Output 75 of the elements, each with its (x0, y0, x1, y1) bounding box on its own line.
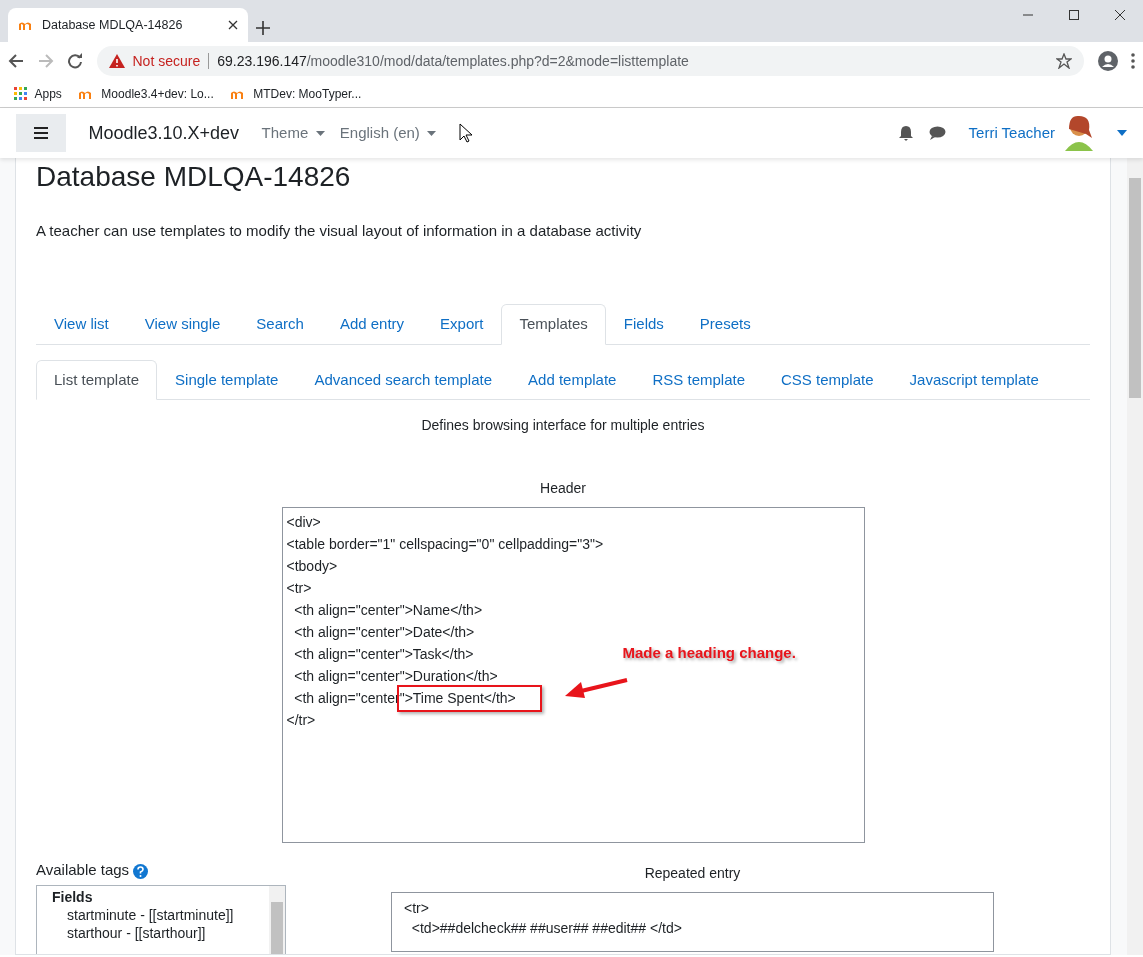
tab[interactable]: List template (36, 359, 158, 401)
repeated-entry-label: Repeated entry (644, 864, 741, 884)
code-line: <th align="center">Date</th> (293, 623, 475, 643)
header-label: Header (539, 479, 587, 499)
tab[interactable]: Export (422, 304, 502, 345)
help-icon[interactable] (132, 863, 148, 879)
code-line: <tr> (404, 899, 429, 916)
bookmark-link[interactable]: Moodle3.4+dev: Lo... (77, 84, 214, 103)
tab[interactable]: Templates (501, 304, 606, 345)
apps-icon (14, 87, 27, 100)
description-text: Defines browsing interface for multiple entries (420, 416, 706, 436)
divider-icon (208, 53, 210, 69)
tab[interactable]: View single (126, 304, 239, 345)
star-icon[interactable] (1056, 53, 1072, 69)
warning-icon (108, 54, 125, 68)
menu-icon (34, 127, 48, 139)
tab[interactable]: Single template (157, 359, 297, 401)
caret-icon (427, 130, 437, 136)
code-line: <tbody> (286, 557, 338, 577)
tag-item[interactable]: starthour - [[starthour]] (67, 924, 254, 943)
code-line: <th align="center">Duration</th> (293, 667, 498, 687)
tab[interactable]: Add entry (321, 304, 423, 345)
close-icon[interactable] (228, 20, 238, 30)
bookmark-link[interactable]: MTDev: MooTyper... (229, 84, 362, 103)
tag-item[interactable]: startminute - [[startminute]] (67, 906, 254, 925)
reload-icon[interactable] (67, 53, 83, 69)
available-tags-label: Available tags (36, 861, 130, 879)
user-name[interactable]: Terri Teacher (968, 121, 1055, 145)
tab[interactable]: CSS template (763, 359, 892, 401)
code-line: <th align="center">Name</th> (293, 601, 483, 621)
tags-group-title: Fields (52, 888, 94, 907)
tab-title: Database MDLQA-14826 (42, 16, 183, 34)
maximize-icon[interactable] (1069, 10, 1079, 20)
close-icon[interactable] (1115, 10, 1125, 20)
tab[interactable]: Presets (681, 304, 769, 345)
security-label: Not secure (132, 51, 201, 71)
menu-icon[interactable] (1131, 53, 1135, 69)
annotation-arrow (564, 678, 627, 699)
url-text: 69.23.196.147/moodle310/mod/data/templates.php?d=2&mode=listtemplate (217, 51, 689, 71)
menu-button[interactable] (16, 114, 66, 152)
page-heading: Database MDLQA-14826 (36, 160, 352, 194)
cursor-icon (458, 123, 473, 143)
intro-text: A teacher can use templates to modify the visual layout of information in a database activity (36, 220, 643, 241)
caret-icon (315, 130, 325, 136)
repeated-entry-textarea[interactable]: <tr> <td>##delcheck## ##user## ##edit## </td> (391, 891, 994, 952)
address-bar[interactable]: Not secure 69.23.196.147/moodle310/mod/data/templates.php?d=2&mode=listtemplate (96, 46, 1084, 76)
tab[interactable]: Advanced search template (296, 359, 511, 401)
caret-icon[interactable] (1117, 130, 1127, 136)
code-line: <div> (286, 513, 321, 533)
tab[interactable]: Fields (605, 304, 682, 345)
tab[interactable]: View list (36, 304, 127, 345)
dropdown-menu-toggle[interactable]: Theme (261, 121, 325, 145)
scrollbar-thumb[interactable] (1129, 178, 1141, 398)
profile-icon[interactable] (1097, 51, 1118, 71)
code-line: </tr> (286, 711, 316, 731)
header-textarea[interactable] (281, 507, 865, 844)
dropdown-menu-toggle[interactable]: English (en) (339, 121, 437, 145)
chat-icon[interactable] (929, 126, 947, 140)
new-tab-icon[interactable] (255, 20, 270, 35)
code-line: <td>##delcheck## ##user## ##edit## </td> (410, 919, 682, 936)
back-icon[interactable] (8, 53, 24, 69)
tab[interactable]: Search (238, 304, 322, 345)
bookmark-link[interactable]: Apps (14, 84, 62, 103)
scrollbar-thumb[interactable] (271, 902, 283, 954)
bell-icon[interactable] (898, 125, 915, 141)
site-name[interactable]: Moodle3.10.X+dev (88, 119, 240, 147)
browser-tab[interactable]: Database MDLQA-14826 (8, 8, 248, 42)
code-line: <th align="center">Task</th> (293, 645, 474, 665)
tab[interactable]: Javascript template (891, 359, 1057, 401)
tab[interactable]: RSS template (634, 359, 763, 401)
avatar-icon (1062, 115, 1095, 151)
code-line: <table border="1" cellspacing="0" cellpadding="3"> (286, 535, 604, 555)
code-line: <tr> (286, 579, 312, 599)
tab[interactable]: Add template (510, 359, 635, 401)
annotation-text: Made a heading change. (622, 643, 796, 664)
